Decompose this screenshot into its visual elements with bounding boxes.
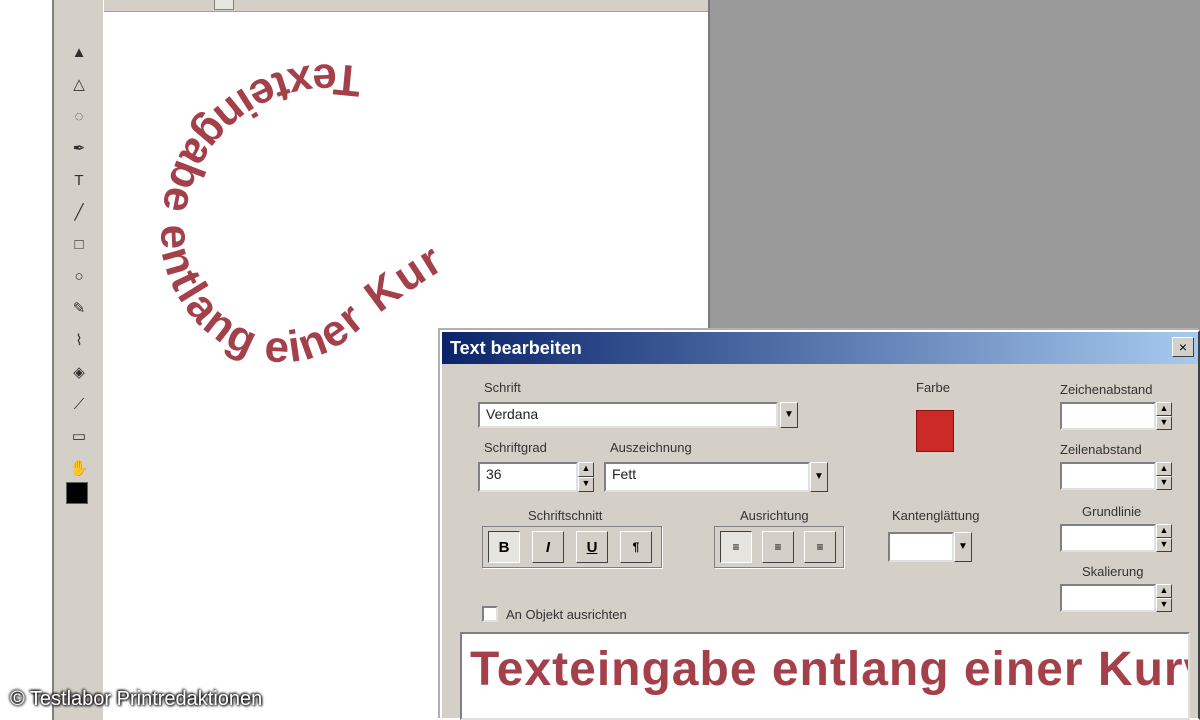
text-preview-box[interactable]: Texteingabe entlang einer Kurve (460, 632, 1190, 720)
ellipse-icon[interactable]: ○ (65, 264, 93, 288)
line-spacing-down-icon[interactable]: ▼ (1156, 476, 1172, 490)
tab-button[interactable] (214, 0, 234, 10)
eyedropper-icon[interactable]: ⟋ (65, 392, 93, 416)
line-spacing-up-icon[interactable]: ▲ (1156, 462, 1172, 476)
curved-text-path: Texteingabe entlang einer Kur (151, 54, 450, 372)
more-format-icon[interactable]: ¶ (620, 531, 652, 563)
style-select[interactable]: Fett (604, 462, 810, 492)
brush-icon[interactable]: ⌇ (65, 328, 93, 352)
document-tab-bar (104, 0, 708, 12)
chevron-down-icon[interactable]: ▼ (954, 532, 972, 562)
rectangle-icon[interactable]: □ (65, 232, 93, 256)
chevron-down-icon[interactable]: ▼ (810, 462, 828, 492)
toolbox-panel: ▲ △ ◌ ✒ T ╱ □ ○ ✎ ⌇ ◈ ⟋ ▭ ✋ (52, 0, 104, 720)
size-value: 36 (486, 466, 502, 482)
close-icon[interactable]: × (1172, 337, 1194, 357)
spacing-label: Zeichenabstand (1060, 382, 1153, 397)
baseline-down-icon[interactable]: ▼ (1156, 538, 1172, 552)
line-spacing-input[interactable] (1060, 462, 1156, 490)
eraser-icon[interactable]: ▭ (65, 424, 93, 448)
foreground-color-swatch[interactable] (66, 482, 88, 504)
font-value: Verdana (486, 406, 539, 422)
preview-text: Texteingabe entlang einer Kurve (470, 643, 1190, 696)
scale-input[interactable] (1060, 584, 1156, 612)
selection-arrow-icon[interactable]: ▲ (65, 40, 93, 64)
screenshot-stage: ▲ △ ◌ ✒ T ╱ □ ○ ✎ ⌇ ◈ ⟋ ▭ ✋ Texteingabe … (0, 0, 1200, 720)
line-spacing-label: Zeilenabstand (1060, 442, 1142, 457)
bold-button[interactable]: B (488, 531, 520, 563)
spacing-input[interactable] (1060, 402, 1156, 430)
pasteboard-area (708, 0, 1200, 330)
chevron-down-icon[interactable]: ▼ (780, 402, 798, 428)
scale-up-icon[interactable]: ▲ (1156, 584, 1172, 598)
lasso-icon[interactable]: ◌ (65, 104, 93, 128)
text-color-swatch[interactable] (916, 410, 954, 452)
anti-alias-select[interactable] (888, 532, 954, 562)
baseline-label: Grundlinie (1082, 504, 1142, 519)
text-edit-dialog: Text bearbeiten × Schrift Verdana ▼ Farb… (440, 330, 1200, 720)
align-left-icon[interactable]: ≡ (720, 531, 752, 563)
align-center-icon[interactable]: ≡ (762, 531, 794, 563)
align-right-icon[interactable]: ≡ (804, 531, 836, 563)
italic-button[interactable]: I (532, 531, 564, 563)
checkbox-label: An Objekt ausrichten (506, 607, 627, 622)
font-label: Schrift (484, 380, 521, 395)
size-down-icon[interactable]: ▼ (578, 477, 594, 492)
align-to-path-checkbox[interactable] (482, 606, 498, 622)
align-label: Ausrichtung (740, 508, 809, 523)
baseline-up-icon[interactable]: ▲ (1156, 524, 1172, 538)
color-label: Farbe (916, 380, 950, 395)
underline-button[interactable]: U (576, 531, 608, 563)
scale-label: Skalierung (1082, 564, 1144, 579)
bucket-icon[interactable]: ◈ (65, 360, 93, 384)
direct-select-icon[interactable]: △ (65, 72, 93, 96)
style-value: Fett (612, 466, 637, 482)
baseline-input[interactable] (1060, 524, 1156, 552)
size-input[interactable]: 36 (478, 462, 578, 492)
dialog-title: Text bearbeiten (450, 337, 582, 358)
size-up-icon[interactable]: ▲ (578, 462, 594, 477)
line-icon[interactable]: ╱ (65, 200, 93, 224)
spacing-up-icon[interactable]: ▲ (1156, 402, 1172, 416)
anti-alias-label: Kantenglättung (892, 508, 980, 523)
style-label: Auszeichnung (610, 440, 692, 455)
text-icon[interactable]: T (65, 168, 93, 192)
copyright-watermark: © Testlabor Printredaktionen (10, 688, 263, 710)
font-select[interactable]: Verdana (478, 402, 778, 428)
format-label: Schriftschnitt (528, 508, 603, 523)
pen-icon[interactable]: ✒ (65, 136, 93, 160)
hand-icon[interactable]: ✋ (65, 456, 93, 480)
left-margin (0, 0, 52, 720)
scale-down-icon[interactable]: ▼ (1156, 598, 1172, 612)
dialog-titlebar[interactable]: Text bearbeiten × (442, 332, 1198, 364)
curved-text: Texteingabe entlang einer Kur (151, 54, 452, 372)
pencil-icon[interactable]: ✎ (65, 296, 93, 320)
size-label: Schriftgrad (484, 440, 547, 455)
spacing-down-icon[interactable]: ▼ (1156, 416, 1172, 430)
